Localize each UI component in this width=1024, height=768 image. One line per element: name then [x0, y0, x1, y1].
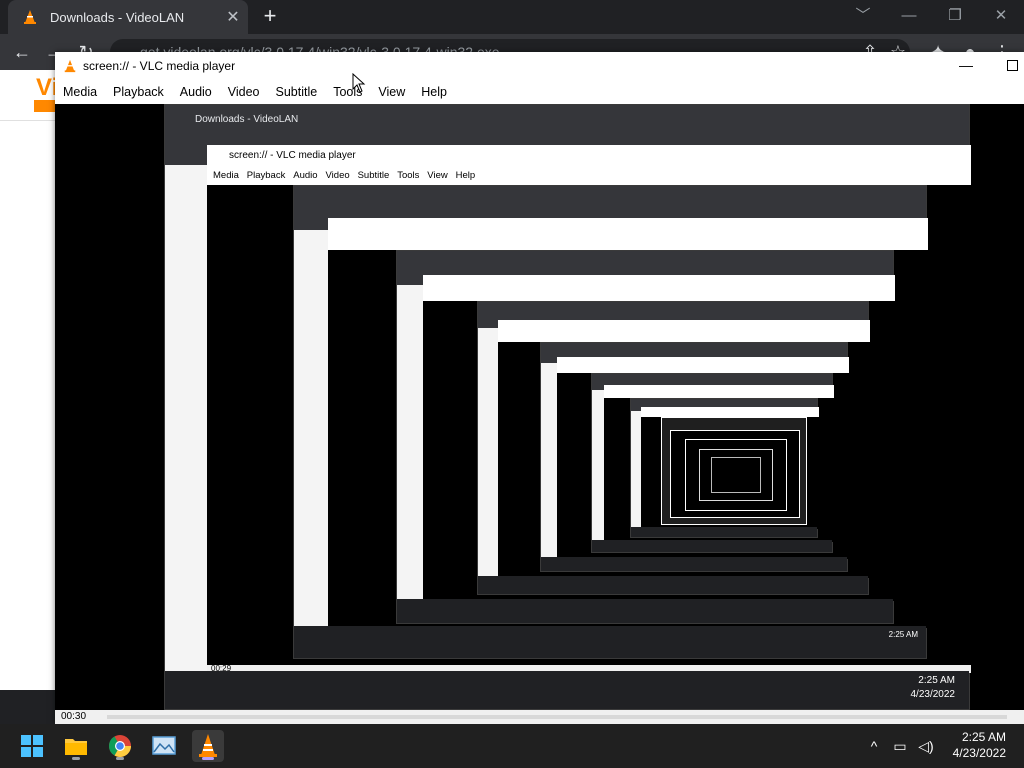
nested-webpage-strip-2	[294, 230, 328, 630]
network-icon[interactable]: ▭	[890, 736, 910, 756]
chrome-close-button[interactable]: ✕	[978, 4, 1024, 28]
menu-playback[interactable]: Playback	[113, 85, 164, 99]
nested-clock-2: 2:25 AM	[888, 630, 918, 639]
vlc-status-bar: 00:30	[55, 710, 1024, 724]
webpage-background	[0, 70, 56, 690]
nested-vlc-titlebar-7	[641, 407, 819, 417]
tab-title: Downloads - VideoLAN	[50, 9, 185, 25]
active-indicator	[202, 757, 214, 760]
nested-webpage-strip-6	[592, 390, 604, 542]
nested-webpage-strip-7	[631, 411, 641, 529]
clock-date: 4/23/2022	[952, 746, 1006, 760]
menu-video[interactable]: Video	[228, 85, 260, 99]
page-divider	[0, 120, 56, 121]
running-indicator	[72, 757, 80, 760]
vlc-maximize-button[interactable]	[1007, 60, 1018, 71]
vlc-menubar: Media Playback Audio Video Subtitle Tool…	[55, 80, 1024, 104]
nested-screen-4	[477, 301, 870, 595]
seek-bar[interactable]	[107, 715, 1007, 719]
file-explorer-button[interactable]	[60, 730, 92, 762]
nested-webpage-strip-4	[478, 328, 498, 578]
chrome-tab[interactable]: Downloads - VideoLAN ✕	[8, 0, 248, 34]
menu-audio[interactable]: Audio	[180, 85, 212, 99]
vlc-button[interactable]	[192, 730, 224, 762]
nested-taskbar-5	[541, 557, 847, 571]
nested-vlc-title: screen:// - VLC media player	[229, 150, 356, 161]
vlc-cone-icon	[24, 10, 36, 24]
nested-video-2	[328, 250, 928, 628]
nested-video-4	[498, 342, 870, 578]
nested-screen-7	[630, 398, 819, 538]
vlc-window: screen:// - VLC media player — Media Pla…	[55, 52, 1024, 724]
nested-webpage-strip-3	[397, 285, 423, 605]
menu-view[interactable]: View	[378, 85, 405, 99]
vlc-minimize-button[interactable]: —	[954, 54, 978, 78]
windows-logo-icon	[21, 735, 43, 757]
start-button[interactable]	[16, 730, 48, 762]
chrome-minimize-button[interactable]: —	[886, 4, 932, 28]
nested-vlc-titlebar-3	[423, 275, 895, 301]
tab-search-icon[interactable]: ﹀	[840, 4, 886, 28]
nested-vlc-titlebar: screen:// - VLC media player Media Playb…	[207, 145, 971, 185]
vlc-titlebar[interactable]: screen:// - VLC media player —	[55, 52, 1024, 80]
running-indicator	[116, 757, 124, 760]
chrome-restore-button[interactable]: ❐	[932, 4, 978, 28]
vlc-cone-icon	[64, 59, 76, 73]
chrome-tabbar: Downloads - VideoLAN ✕ + ﹀ — ❐ ✕	[0, 0, 1024, 34]
nested-video-7	[641, 417, 819, 529]
nested-webpage-strip-5	[541, 363, 557, 559]
taskbar: ^ ▭ ◁) 2:25 AM 4/23/2022	[0, 724, 1024, 768]
nested-screen-11	[711, 457, 761, 493]
system-clock[interactable]: 2:25 AM 4/23/2022	[936, 729, 1006, 761]
nested-vlc-titlebar-4	[498, 320, 870, 342]
nested-webpage-strip	[165, 165, 207, 675]
nested-video-3	[423, 301, 895, 601]
nested-clock-time: 2:25 AM	[918, 675, 955, 686]
nested-vlc-menu: Media Playback Audio Video Subtitle Tool…	[213, 170, 476, 181]
nested-screen-6	[591, 373, 834, 553]
nested-screen-1: Downloads - VideoLAN screen:// - VLC med…	[164, 104, 971, 710]
elapsed-time: 00:30	[61, 711, 87, 722]
nested-taskbar-4	[478, 576, 868, 594]
menu-subtitle[interactable]: Subtitle	[276, 85, 318, 99]
nested-video-5	[557, 373, 849, 559]
chrome-button[interactable]	[104, 730, 136, 762]
nested-taskbar-2: 2:25 AM	[294, 626, 926, 658]
menu-help[interactable]: Help	[421, 85, 447, 99]
new-tab-button[interactable]: +	[258, 4, 282, 28]
clock-time: 2:25 AM	[961, 730, 1006, 744]
nested-vlc-titlebar-5	[557, 357, 849, 373]
nested-video-6	[604, 398, 834, 542]
nested-screen-8	[661, 417, 807, 525]
mouse-cursor-icon	[352, 73, 366, 93]
nested-vlc-titlebar-2	[328, 218, 928, 250]
nested-video-1: 2:25 AM	[207, 185, 971, 665]
nested-screen-5	[540, 342, 849, 572]
volume-icon[interactable]: ◁)	[916, 736, 936, 756]
nested-vlc-titlebar-6	[604, 385, 834, 398]
nested-clock-date: 4/23/2022	[910, 689, 956, 700]
vlc-window-title: screen:// - VLC media player	[83, 59, 236, 73]
photos-button[interactable]	[148, 730, 180, 762]
nested-taskbar-3	[397, 599, 893, 623]
nested-taskbar-7	[631, 527, 817, 537]
nested-taskbar-6	[592, 540, 832, 552]
videolan-logo-badge	[34, 100, 56, 112]
chevron-up-icon[interactable]: ^	[864, 736, 884, 756]
menu-media[interactable]: Media	[63, 85, 97, 99]
vlc-video-area[interactable]: Downloads - VideoLAN screen:// - VLC med…	[55, 104, 1024, 710]
nested-screen-3	[396, 250, 895, 624]
nested-screen-2: 2:25 AM	[293, 185, 928, 659]
back-icon[interactable]: ←	[8, 38, 36, 66]
nested-tab-title: Downloads - VideoLAN	[195, 114, 299, 125]
photos-icon	[152, 736, 176, 755]
nested-video-8	[670, 430, 800, 518]
tab-close-icon[interactable]: ✕	[222, 7, 244, 27]
nested-taskbar-1: 2:25 AM 4/23/2022	[165, 671, 969, 709]
